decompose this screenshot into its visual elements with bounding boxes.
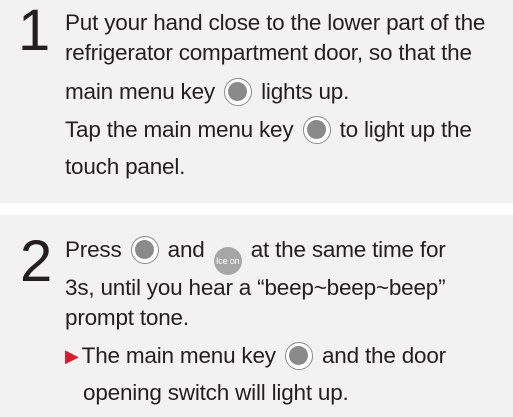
main-menu-key-icon (130, 236, 159, 264)
step-2-line-3-text: prompt tone. (65, 305, 189, 330)
step-1-line-4-after: to light up the (339, 117, 472, 142)
step-1-line-2-text: refrigerator compartment door, so that t… (65, 40, 472, 65)
main-menu-key-icon (284, 342, 313, 370)
step-2-line-2-text: 3s, until you hear a “beep~beep~beep” (65, 275, 446, 300)
step-2-line-1-before: Press (65, 237, 122, 262)
step-2-line-2: 3s, until you hear a “beep~beep~beep” (65, 273, 446, 303)
main-menu-key-icon (224, 78, 253, 106)
step-2-line-5-text: opening switch will light up. (83, 380, 349, 405)
step-1-line-4: Tap the main menu key to light up the (65, 115, 472, 145)
step-2-line-1: Press and Ice on at the same time for (65, 235, 446, 275)
step-2-number: 2 (20, 229, 53, 294)
step-1-line-1-text: Put your hand close to the lower part of… (65, 10, 486, 35)
ice-on-key-icon: Ice on (213, 247, 242, 275)
step-2-line-5: opening switch will light up. (83, 378, 349, 408)
step-1-line-5: touch panel. (65, 152, 185, 182)
step-2-line-4: ▶ The main menu key and the door (65, 341, 446, 371)
step-1-line-4-before: Tap the main menu key (65, 117, 294, 142)
step-1-line-2: refrigerator compartment door, so that t… (65, 38, 472, 68)
main-menu-key-icon (302, 116, 331, 144)
step-1-line-3-after: lights up. (261, 79, 350, 104)
step-1-line-3-before: main menu key (65, 79, 215, 104)
step-2-line-4-before: The main menu key (81, 343, 276, 368)
step-1-line-5-text: touch panel. (65, 154, 186, 179)
step-2-block: 2 Press and Ice on at the same time for … (0, 215, 513, 417)
step-2-line-4-after: and the door (321, 343, 446, 368)
red-triangle-bullet-icon: ▶ (65, 346, 79, 366)
step-1-line-3: main menu key lights up. (65, 77, 349, 107)
step-1-line-1: Put your hand close to the lower part of… (65, 8, 485, 38)
step-2-line-1-middle: and (167, 237, 205, 262)
step-2-line-1-after: at the same time for (250, 237, 446, 262)
step-1-block: 1 Put your hand close to the lower part … (0, 0, 513, 203)
step-2-line-3: prompt tone. (65, 303, 189, 333)
step-1-number: 1 (18, 0, 51, 63)
instruction-page: 1 Put your hand close to the lower part … (0, 0, 513, 417)
